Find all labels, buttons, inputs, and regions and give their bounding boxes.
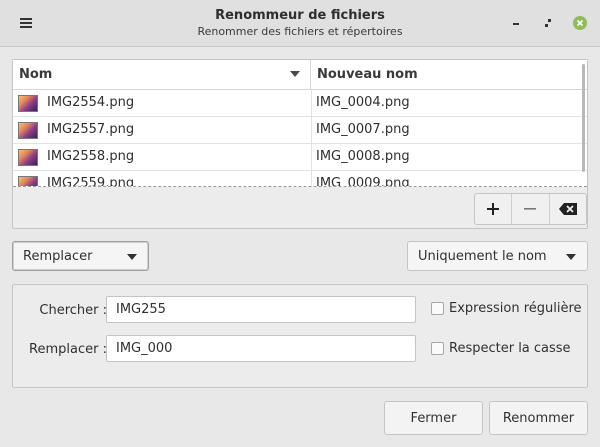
scope-dropdown[interactable]: Uniquement le nom	[407, 241, 588, 271]
file-name: IMG2557.png	[47, 122, 135, 137]
file-list-frame: Nom Nouveau nom IMG2554.png IMG_0004.png…	[12, 59, 588, 229]
image-file-icon	[18, 95, 38, 112]
title-bar: Renommeur de fichiers Renommer des fichi…	[0, 0, 600, 47]
new-file-name: IMG_0004.png	[316, 95, 410, 110]
search-input-value: IMG255	[116, 302, 166, 317]
list-button-group	[474, 193, 587, 225]
column-header-name[interactable]: Nom	[13, 60, 311, 90]
new-file-name: IMG_0007.png	[316, 122, 410, 137]
new-file-name: IMG_0008.png	[316, 149, 410, 164]
window-title: Renommeur de fichiers	[215, 8, 385, 23]
clear-list-button[interactable]	[550, 194, 586, 224]
window-subtitle: Renommer des fichiers et répertoires	[197, 25, 403, 38]
chevron-down-icon	[127, 254, 137, 260]
table-row[interactable]: IMG2557.png IMG_0007.png	[13, 117, 587, 144]
minimize-icon[interactable]	[505, 12, 527, 34]
file-name: IMG2559.png	[47, 176, 135, 187]
file-list[interactable]: Nom Nouveau nom IMG2554.png IMG_0004.png…	[13, 60, 587, 187]
file-name: IMG2558.png	[47, 149, 135, 164]
table-row[interactable]: IMG2558.png IMG_0008.png	[13, 144, 587, 171]
column-header-new-name[interactable]: Nouveau nom	[311, 60, 587, 90]
plus-icon	[487, 203, 500, 215]
chevron-down-icon	[566, 254, 576, 260]
minus-icon	[524, 208, 537, 210]
add-file-button[interactable]	[475, 194, 513, 224]
hamburger-menu-icon[interactable]	[14, 11, 38, 35]
close-window-button[interactable]	[569, 12, 591, 34]
match-case-checkbox-label: Respecter la casse	[449, 341, 571, 356]
column-header-new-name-label: Nouveau nom	[317, 67, 418, 82]
match-case-checkbox-box[interactable]	[431, 342, 444, 355]
replace-input-value: IMG_000	[116, 341, 173, 356]
window-title-group: Renommeur de fichiers Renommer des fichi…	[100, 7, 500, 39]
close-button[interactable]: Fermer	[384, 401, 483, 435]
scope-dropdown-value: Uniquement le nom	[418, 248, 547, 264]
mode-dropdown-value: Remplacer	[23, 248, 93, 264]
regex-checkbox-box[interactable]	[431, 302, 444, 315]
table-row[interactable]: IMG2559.png IMG_0009.png	[13, 171, 587, 187]
regex-checkbox[interactable]: Expression régulière	[431, 301, 582, 316]
image-file-icon	[18, 122, 38, 139]
file-name: IMG2554.png	[47, 95, 135, 110]
search-replace-panel: Chercher : IMG255 Expression régulière R…	[12, 284, 588, 388]
maximize-icon[interactable]	[537, 12, 559, 34]
search-label: Chercher :	[39, 303, 107, 318]
search-input[interactable]: IMG255	[106, 296, 416, 323]
remove-file-button[interactable]	[512, 194, 550, 224]
regex-checkbox-label: Expression régulière	[449, 301, 582, 316]
match-case-checkbox[interactable]: Respecter la casse	[431, 341, 571, 356]
mode-dropdown[interactable]: Remplacer	[12, 241, 149, 271]
rename-button[interactable]: Renommer	[489, 401, 588, 435]
replace-input[interactable]: IMG_000	[106, 335, 416, 362]
image-file-icon	[18, 149, 38, 166]
replace-label: Remplacer :	[29, 342, 107, 357]
image-file-icon	[18, 176, 38, 186]
backspace-icon	[558, 203, 577, 215]
sort-arrow-icon	[290, 71, 300, 77]
new-file-name: IMG_0009.png	[316, 176, 410, 187]
table-row[interactable]: IMG2554.png IMG_0004.png	[13, 90, 587, 117]
close-icon	[573, 16, 587, 30]
column-header-name-label: Nom	[19, 67, 53, 82]
list-scrollbar[interactable]	[582, 64, 585, 172]
